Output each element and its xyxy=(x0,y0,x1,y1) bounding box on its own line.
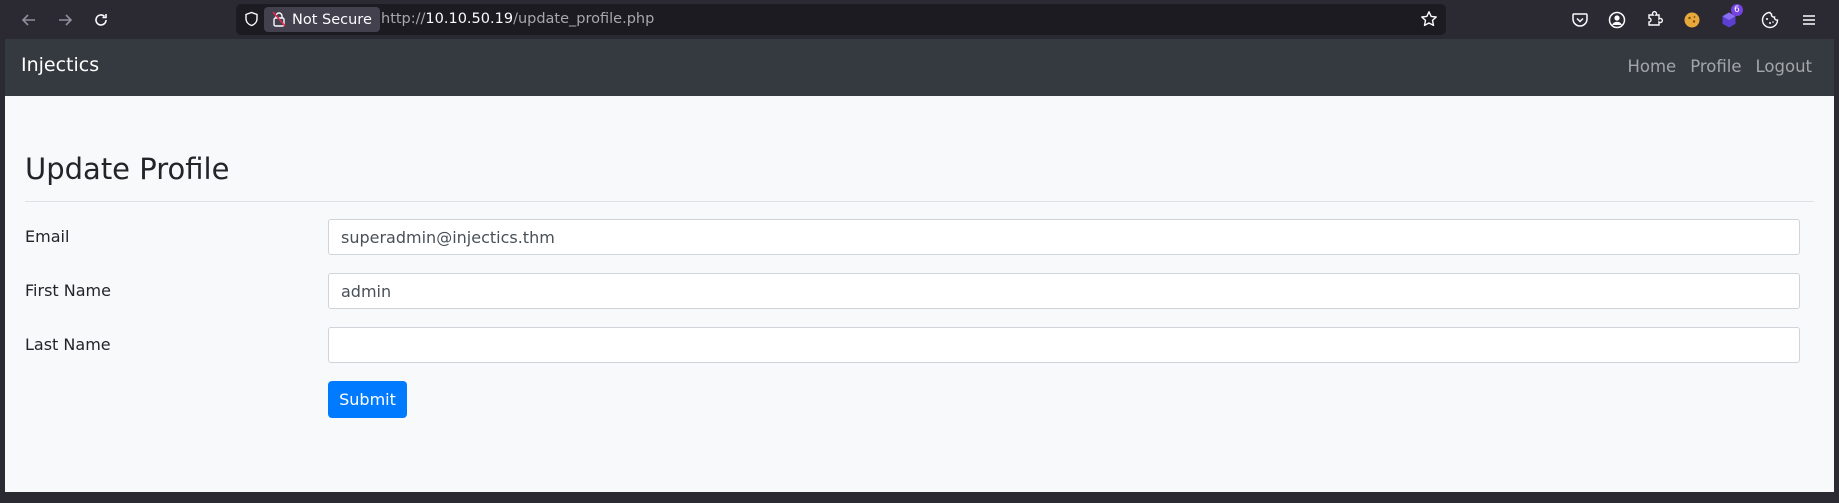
site-brand[interactable]: Injectics xyxy=(21,54,99,76)
url-prefix: http:// xyxy=(381,11,426,27)
extension-badge-icon[interactable]: 6 xyxy=(1717,4,1743,32)
reload-icon[interactable] xyxy=(88,7,114,33)
account-icon[interactable] xyxy=(1605,8,1629,32)
title-divider xyxy=(25,201,1814,202)
url-path: /update_profile.php xyxy=(513,11,655,27)
first-name-field[interactable] xyxy=(328,273,1800,309)
security-indicator[interactable]: Not Secure xyxy=(264,7,380,32)
lock-strikethrough-icon xyxy=(272,11,286,31)
hamburger-menu-icon[interactable] xyxy=(1797,8,1821,32)
nav-links: Home Profile Logout xyxy=(1627,57,1812,76)
window-bottom-edge xyxy=(0,492,1839,503)
url-host: 10.10.50.19 xyxy=(425,11,514,27)
browser-toolbar: Not Secure http://10.10.50.19/update_pro… xyxy=(0,0,1839,39)
page-title: Update Profile xyxy=(25,152,230,186)
nav-profile-link[interactable]: Profile xyxy=(1690,57,1741,76)
nav-home-link[interactable]: Home xyxy=(1627,57,1676,76)
email-label: Email xyxy=(25,227,70,246)
page-viewport: Injectics Home Profile Logout Update Pro… xyxy=(5,39,1834,492)
site-navbar: Injectics Home Profile Logout xyxy=(5,39,1834,96)
first-name-label: First Name xyxy=(25,281,111,300)
nav-logout-link[interactable]: Logout xyxy=(1756,57,1813,76)
email-field[interactable] xyxy=(328,219,1800,255)
pocket-icon[interactable] xyxy=(1568,8,1592,32)
extensions-icon[interactable] xyxy=(1642,8,1666,32)
url-text[interactable]: http://10.10.50.19/update_profile.php xyxy=(381,11,654,27)
cookie-icon[interactable] xyxy=(1758,8,1782,32)
star-icon[interactable] xyxy=(1420,10,1438,32)
shield-icon[interactable] xyxy=(244,11,259,31)
forward-arrow-icon[interactable] xyxy=(52,7,78,33)
cookie-extension-icon[interactable] xyxy=(1680,8,1704,32)
back-arrow-icon[interactable] xyxy=(16,7,42,33)
security-label: Not Secure xyxy=(292,11,372,28)
address-bar[interactable]: Not Secure http://10.10.50.19/update_pro… xyxy=(236,4,1446,35)
extension-count-badge: 6 xyxy=(1731,4,1743,16)
last-name-field[interactable] xyxy=(328,327,1800,363)
last-name-label: Last Name xyxy=(25,335,111,354)
submit-button[interactable]: Submit xyxy=(328,381,407,418)
